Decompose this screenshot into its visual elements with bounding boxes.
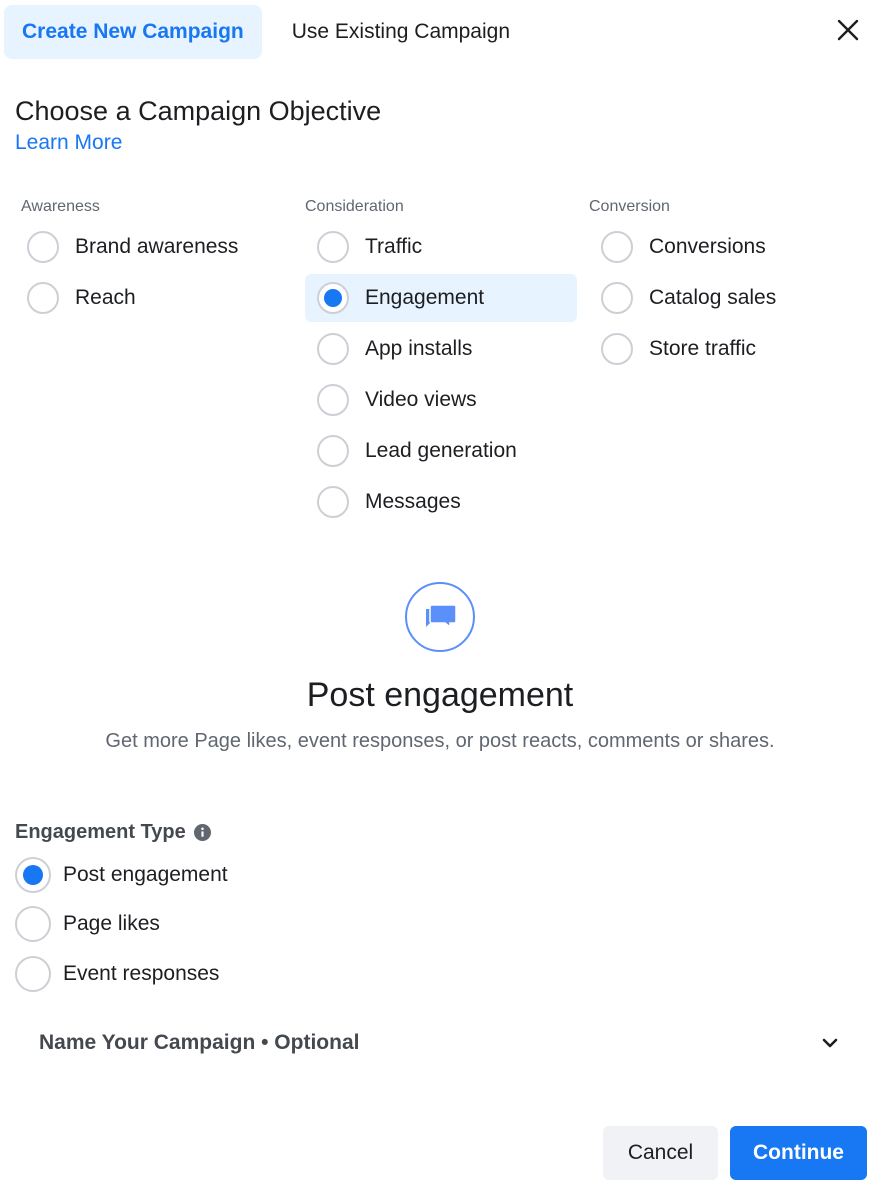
close-button[interactable] [834, 16, 862, 44]
option-label: Traffic [365, 235, 423, 258]
radio-dot [23, 864, 43, 885]
column-label: Consideration [305, 198, 404, 215]
radio-button[interactable] [317, 333, 349, 365]
option-label: Video views [365, 388, 477, 411]
column-label: Conversion [589, 198, 670, 215]
campaign-tabs: Create New Campaign Use Existing Campaig… [4, 5, 528, 59]
tab-create-new-campaign[interactable]: Create New Campaign [4, 5, 262, 59]
radio-button[interactable] [15, 955, 51, 992]
engagement-option-post-engagement[interactable]: Post engagement [15, 850, 228, 900]
objective-icon-container [405, 582, 475, 652]
objective-column-consideration: Consideration Traffic Engagement App ins… [305, 198, 577, 526]
radio-button[interactable] [317, 486, 349, 518]
objective-column-awareness: Awareness Brand awareness Reach [15, 198, 287, 322]
radio-button[interactable] [601, 282, 633, 314]
continue-button[interactable]: Continue [730, 1126, 867, 1180]
cancel-button[interactable]: Cancel [603, 1126, 718, 1180]
objective-option-catalog-sales[interactable]: Catalog sales [589, 274, 861, 322]
objective-option-video-views[interactable]: Video views [305, 376, 577, 424]
objective-option-app-installs[interactable]: App installs [305, 325, 577, 373]
option-label: Engagement [365, 286, 485, 309]
radio-button[interactable] [15, 906, 51, 943]
objective-column-conversion: Conversion Conversions Catalog sales Sto… [589, 198, 861, 373]
option-label: Messages [365, 490, 461, 513]
engagement-type-label: Engagement Type [15, 821, 211, 844]
objective-description: Get more Page likes, event responses, or… [105, 730, 775, 752]
objective-option-brand-awareness[interactable]: Brand awareness [15, 223, 287, 271]
radio-button[interactable] [317, 435, 349, 467]
close-icon [837, 19, 859, 41]
radio-button[interactable] [27, 282, 59, 314]
objective-option-messages[interactable]: Messages [305, 478, 577, 526]
option-label: App installs [365, 337, 473, 360]
objective-option-lead-generation[interactable]: Lead generation [305, 427, 577, 475]
option-label: Conversions [649, 235, 766, 258]
name-campaign-expander[interactable]: Name Your Campaign • Optional [39, 1022, 840, 1064]
radio-dot [324, 289, 342, 307]
option-label: Reach [75, 286, 136, 309]
option-label: Lead generation [365, 439, 517, 462]
objective-option-reach[interactable]: Reach [15, 274, 287, 322]
radio-button[interactable] [601, 333, 633, 365]
info-icon[interactable] [193, 824, 211, 841]
engagement-type-heading: Engagement Type [15, 821, 186, 843]
radio-button-selected[interactable] [15, 856, 51, 893]
column-label: Awareness [21, 198, 100, 215]
option-label: Catalog sales [649, 286, 777, 309]
objective-option-store-traffic[interactable]: Store traffic [589, 325, 861, 373]
objective-option-conversions[interactable]: Conversions [589, 223, 861, 271]
engagement-option-event-responses[interactable]: Event responses [15, 949, 228, 999]
option-label: Page likes [63, 912, 160, 936]
objective-option-engagement[interactable]: Engagement [305, 274, 577, 322]
radio-button[interactable] [317, 384, 349, 416]
option-label: Brand awareness [75, 235, 239, 258]
objective-title: Post engagement [306, 676, 574, 714]
option-label: Store traffic [649, 337, 756, 360]
tab-use-existing-campaign[interactable]: Use Existing Campaign [274, 5, 528, 59]
engagement-option-page-likes[interactable]: Page likes [15, 900, 228, 950]
page-title: Choose a Campaign Objective [15, 96, 382, 126]
option-label: Post engagement [63, 862, 228, 886]
option-label: Event responses [63, 961, 220, 985]
objective-option-traffic[interactable]: Traffic [305, 223, 577, 271]
chevron-down-icon [822, 1038, 838, 1048]
name-campaign-label: Name Your Campaign • Optional [39, 1031, 360, 1054]
chat-bubbles-icon [426, 604, 457, 629]
radio-button[interactable] [317, 231, 349, 263]
radio-button[interactable] [601, 231, 633, 263]
radio-button[interactable] [27, 231, 59, 263]
radio-button-selected[interactable] [317, 282, 349, 314]
learn-more-link[interactable]: Learn More [15, 131, 122, 155]
engagement-type-options: Post engagement Page likes Event respons… [15, 850, 228, 999]
